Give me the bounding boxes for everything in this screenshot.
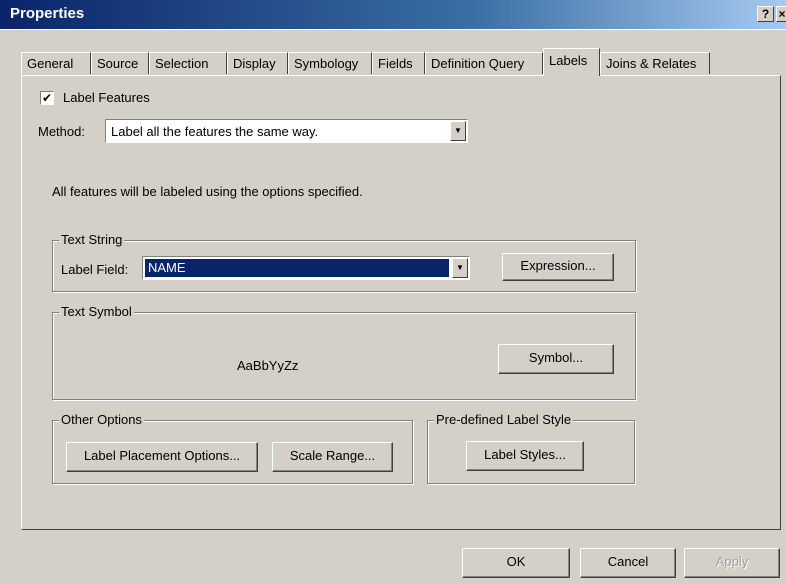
close-button[interactable]: × [776, 6, 786, 22]
properties-dialog: Properties ? × General Source Selection … [0, 0, 786, 584]
description-text: All features will be labeled using the o… [52, 184, 363, 199]
title-bar[interactable]: Properties ? × [0, 0, 786, 30]
help-button[interactable]: ? [757, 6, 774, 22]
symbol-preview: AaBbYyZz [237, 358, 299, 373]
label-placement-options-button[interactable]: Label Placement Options... [66, 442, 258, 472]
tab-joins-relates[interactable]: Joins & Relates [600, 52, 710, 74]
tab-display[interactable]: Display [227, 52, 288, 74]
predefined-label-style-title: Pre-defined Label Style [434, 412, 574, 427]
label-field-value: NAME [144, 258, 450, 278]
label-features-checkbox[interactable]: ✔ [40, 91, 54, 105]
window-title: Properties [10, 5, 85, 22]
other-options-title: Other Options [59, 412, 144, 427]
cancel-button[interactable]: Cancel [580, 548, 676, 578]
text-symbol-title: Text Symbol [59, 304, 134, 319]
ok-button[interactable]: OK [462, 548, 570, 578]
method-label: Method: [38, 124, 85, 139]
text-string-title: Text String [59, 232, 125, 247]
expression-button[interactable]: Expression... [502, 253, 614, 281]
apply-button[interactable]: Apply [684, 548, 780, 578]
tab-labels[interactable]: Labels [543, 48, 600, 76]
label-field-label: Label Field: [61, 262, 129, 277]
scale-range-button[interactable]: Scale Range... [272, 442, 393, 472]
tab-general[interactable]: General [21, 52, 91, 74]
method-dropdown[interactable]: Label all the features the same way. ▼ [105, 119, 468, 143]
tab-selection[interactable]: Selection [149, 52, 227, 74]
chevron-down-icon[interactable]: ▼ [452, 258, 468, 278]
label-field-dropdown[interactable]: NAME ▼ [142, 256, 470, 280]
method-value: Label all the features the same way. [111, 124, 319, 139]
tab-fields[interactable]: Fields [372, 52, 425, 74]
tab-definition-query[interactable]: Definition Query [425, 52, 543, 74]
symbol-button[interactable]: Symbol... [498, 344, 614, 374]
tab-source[interactable]: Source [91, 52, 149, 74]
label-features-label: Label Features [63, 90, 150, 105]
label-styles-button[interactable]: Label Styles... [466, 441, 584, 471]
tab-symbology[interactable]: Symbology [288, 52, 372, 74]
chevron-down-icon[interactable]: ▼ [450, 121, 466, 141]
